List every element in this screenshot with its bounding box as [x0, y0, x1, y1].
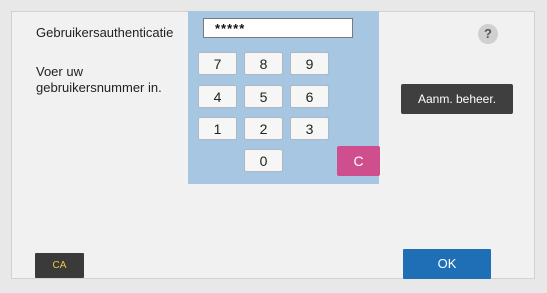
key-6[interactable]: 6 [290, 85, 329, 108]
screen: Gebruikersauthenticatie Voer uw gebruike… [0, 0, 547, 293]
user-number-input[interactable]: ***** [203, 18, 353, 38]
clear-key[interactable]: C [337, 146, 380, 176]
page-title: Gebruikersauthenticatie [36, 25, 174, 40]
key-5[interactable]: 5 [244, 85, 283, 108]
admin-login-button[interactable]: Aanm. beheer. [401, 84, 513, 114]
ok-button[interactable]: OK [403, 249, 491, 279]
key-4[interactable]: 4 [198, 85, 237, 108]
key-7[interactable]: 7 [198, 52, 237, 75]
key-2[interactable]: 2 [244, 117, 283, 140]
key-3[interactable]: 3 [290, 117, 329, 140]
help-icon[interactable]: ? [478, 24, 498, 44]
key-8[interactable]: 8 [244, 52, 283, 75]
clear-all-button[interactable]: CA [35, 253, 84, 278]
instruction-text: Voer uw gebruikersnummer in. [36, 64, 162, 95]
key-9[interactable]: 9 [290, 52, 329, 75]
key-1[interactable]: 1 [198, 117, 237, 140]
key-0[interactable]: 0 [244, 149, 283, 172]
